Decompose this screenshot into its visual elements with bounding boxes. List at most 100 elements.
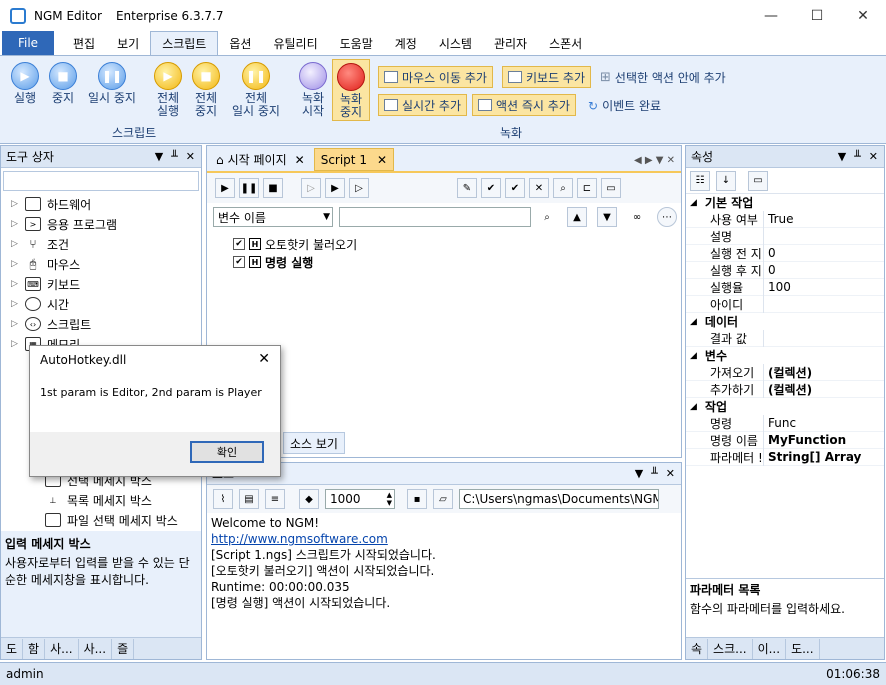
- property-category[interactable]: ◢ 변수: [686, 347, 884, 364]
- tree-item-time[interactable]: ▷ 시간: [1, 294, 201, 314]
- property-row[interactable]: 추가하기 (컬렉션): [686, 380, 884, 398]
- property-category[interactable]: ◢ 데이터: [686, 313, 884, 330]
- tab-properties[interactable]: 속: [686, 638, 709, 659]
- property-value[interactable]: 0: [764, 246, 776, 260]
- collapse-icon[interactable]: ◢: [690, 198, 697, 208]
- dropdown-icon[interactable]: ▼: [635, 467, 643, 480]
- tab-system[interactable]: 시스템: [428, 31, 483, 55]
- tab-nav-icons[interactable]: ◀ ▶ ▼ ✕: [634, 155, 681, 166]
- step-icon[interactable]: ▷: [301, 178, 321, 198]
- run-button[interactable]: ▶ 실행: [10, 62, 40, 105]
- property-value[interactable]: String[] Array: [764, 450, 861, 464]
- tree-item-script[interactable]: ▷ ‹› 스크립트: [1, 314, 201, 334]
- move-down-icon[interactable]: ▼: [597, 207, 617, 227]
- tab-functions[interactable]: 함: [23, 638, 46, 659]
- tab-sponsor[interactable]: 스폰서: [538, 31, 593, 55]
- pause-all-button[interactable]: ❚❚ 전체 일시 중지: [228, 62, 284, 118]
- close-window-button[interactable]: ✕: [840, 0, 886, 31]
- add-realtime-button[interactable]: 실시간 추가: [378, 94, 468, 116]
- tab-start-page[interactable]: ⌂ 시작 페이지 ✕: [210, 148, 311, 171]
- play-icon[interactable]: ▶: [215, 178, 235, 198]
- property-value[interactable]: (컬렉션): [764, 381, 812, 398]
- chart-icon[interactable]: ✎: [457, 178, 477, 198]
- tab-account[interactable]: 계정: [384, 31, 428, 55]
- collapse-icon[interactable]: ◢: [690, 351, 697, 361]
- property-value[interactable]: (컬렉션): [764, 364, 812, 381]
- categorized-icon[interactable]: ☷: [690, 170, 710, 191]
- tree-item-file-msgbox[interactable]: 파일 선택 메세지 박스: [1, 510, 201, 530]
- tab-help[interactable]: 도움말: [329, 31, 384, 55]
- tab-view[interactable]: 보기: [106, 31, 150, 55]
- tree-item-hardware[interactable]: ▷ 하드웨어: [1, 194, 201, 214]
- run-all-button[interactable]: ▶ 전체 실행: [152, 62, 184, 118]
- more-icon[interactable]: ⋯: [657, 207, 677, 227]
- action-item[interactable]: ✔ H 명령 실행: [233, 253, 681, 271]
- tree-item-keyboard[interactable]: ▷ ⌨ 키보드: [1, 274, 201, 294]
- tab-favorites[interactable]: 즐: [112, 638, 135, 659]
- tab-source-view[interactable]: 소스 보기: [283, 432, 345, 454]
- search-icon[interactable]: ⌕: [553, 178, 573, 198]
- document-settings-icon[interactable]: ▤: [239, 489, 259, 509]
- close-icon[interactable]: ✕: [666, 467, 675, 480]
- pin-icon[interactable]: ╨: [854, 150, 861, 163]
- add-keyboard-button[interactable]: 키보드 추가: [502, 66, 592, 88]
- property-row[interactable]: 명령 이름 MyFunction: [686, 431, 884, 449]
- tab-script[interactable]: 스크립트: [150, 31, 219, 55]
- file-menu-button[interactable]: File: [2, 31, 54, 55]
- property-row[interactable]: 실행율 100: [686, 278, 884, 296]
- property-value[interactable]: Func: [764, 416, 796, 430]
- property-row[interactable]: 명령 Func: [686, 414, 884, 432]
- eraser-icon[interactable]: ◆: [299, 489, 319, 509]
- collapse-icon[interactable]: ◢: [690, 402, 697, 412]
- sort-alpha-icon[interactable]: ↓: [716, 170, 736, 191]
- stop-all-button[interactable]: ■ 전체 중지: [190, 62, 222, 118]
- pause-button[interactable]: ❚❚ 일시 중지: [84, 62, 140, 105]
- broom-icon[interactable]: ⌇: [213, 489, 233, 509]
- tab-api-docs[interactable]: 도...: [786, 638, 820, 659]
- close-icon[interactable]: ✕: [869, 150, 878, 163]
- tab-images[interactable]: 이...: [753, 638, 787, 659]
- tab-toolbox[interactable]: 도: [1, 638, 24, 659]
- collapse-icon[interactable]: ◢: [690, 317, 697, 327]
- add-instant-button[interactable]: 액션 즉시 추가: [472, 94, 576, 116]
- dropdown-icon[interactable]: ▼: [838, 150, 846, 163]
- tab-admin[interactable]: 관리자: [483, 31, 538, 55]
- step-over-icon[interactable]: ▷: [349, 178, 369, 198]
- stop-icon[interactable]: ■: [263, 178, 283, 198]
- log-path-input[interactable]: C:\Users\ngmas\Documents\NGM6\: [459, 489, 659, 509]
- maximize-button[interactable]: ☐: [794, 0, 840, 31]
- tree-item-condition[interactable]: ▷ ⑂ 조건: [1, 234, 201, 254]
- record-start-button[interactable]: 녹화 시작: [298, 62, 328, 118]
- tab-user-1[interactable]: 사...: [45, 638, 79, 659]
- spin-icon[interactable]: ▲ ▼: [387, 491, 392, 507]
- pin-icon[interactable]: ╨: [171, 150, 178, 163]
- property-category[interactable]: ◢ 기본 작업: [686, 194, 884, 211]
- log-link[interactable]: http://www.ngmsoftware.com: [207, 531, 681, 547]
- tree-item-application[interactable]: ▷ > 응용 프로그램: [1, 214, 201, 234]
- log-count-stepper[interactable]: 1000 ▲ ▼: [325, 489, 395, 509]
- property-row[interactable]: 결과 값: [686, 329, 884, 347]
- save-icon[interactable]: ▪: [407, 489, 427, 509]
- property-row[interactable]: 실행 전 지0: [686, 244, 884, 262]
- property-category[interactable]: ◢ 작업: [686, 398, 884, 415]
- tab-options[interactable]: 옵션: [218, 31, 262, 55]
- property-row[interactable]: 실행 후 지0: [686, 261, 884, 279]
- tab-edit[interactable]: 편집: [62, 31, 106, 55]
- property-value[interactable]: True: [764, 212, 794, 226]
- uncheck-icon[interactable]: ✕: [529, 178, 549, 198]
- variable-search-input[interactable]: [339, 207, 531, 227]
- property-row[interactable]: 아이디: [686, 295, 884, 313]
- pin-icon[interactable]: ╨: [651, 467, 658, 480]
- tab-script-1[interactable]: Script 1 ✕: [313, 148, 395, 171]
- infinity-icon[interactable]: ∞: [627, 207, 647, 227]
- list-icon[interactable]: ≡: [265, 489, 285, 509]
- record-stop-button[interactable]: 녹화 중지: [332, 59, 370, 121]
- tab-user-2[interactable]: 사...: [79, 638, 113, 659]
- tree-icon[interactable]: ⊏: [577, 178, 597, 198]
- property-row[interactable]: 설명: [686, 227, 884, 245]
- property-value[interactable]: 0: [764, 263, 776, 277]
- tree-item-list-msgbox[interactable]: ⊥ 목록 메세지 박스: [1, 490, 201, 510]
- check-all-icon[interactable]: ✔: [481, 178, 501, 198]
- checkbox[interactable]: ✔: [233, 256, 245, 268]
- add-mouse-move-button[interactable]: 마우스 이동 추가: [378, 66, 493, 88]
